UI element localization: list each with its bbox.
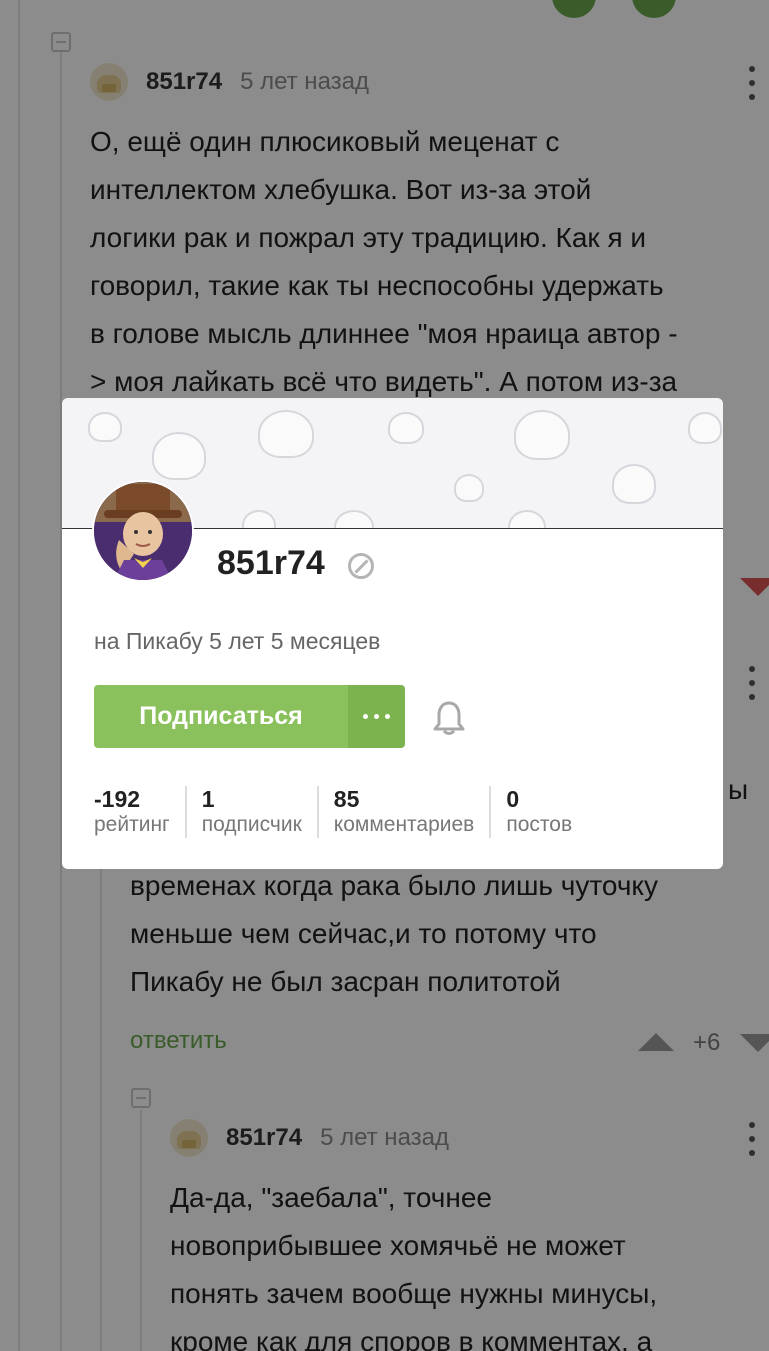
- stat-label: подписчик: [201, 813, 302, 836]
- stat-value: 85: [333, 786, 360, 812]
- stat-posts[interactable]: 0 постов: [489, 786, 587, 838]
- cover-pattern: [612, 464, 656, 504]
- cover-pattern: [688, 412, 722, 444]
- stat-label: комментариев: [333, 813, 475, 836]
- page: 851r74 5 лет назад О, ещё один плюсиковы…: [0, 0, 769, 1351]
- stat-value: -192: [94, 786, 141, 812]
- stat-value: 0: [506, 786, 520, 812]
- cover-pattern: [454, 474, 484, 502]
- more-horizontal-icon[interactable]: [348, 685, 405, 748]
- stat-subscribers[interactable]: 1 подписчик: [184, 786, 317, 838]
- stat-rating[interactable]: -192 рейтинг: [94, 786, 185, 838]
- stat-label: рейтинг: [94, 813, 170, 836]
- avatar-image: [94, 482, 192, 580]
- profile-card: 851r74 на Пикабу 5 лет 5 месяцев Подписа…: [62, 398, 723, 869]
- cover-pattern: [388, 412, 424, 444]
- stat-comments[interactable]: 85 комментариев: [316, 786, 490, 838]
- profile-username: 851r74: [217, 544, 325, 582]
- bell-icon[interactable]: [432, 700, 466, 736]
- cover-pattern: [334, 510, 374, 528]
- cover-pattern: [514, 410, 570, 460]
- profile-stats: -192 рейтинг 1 подписчик 85 комментариев…: [94, 786, 587, 838]
- cover-pattern: [242, 510, 276, 528]
- cover-pattern: [508, 510, 546, 528]
- stat-value: 1: [201, 786, 215, 812]
- stat-label: постов: [506, 813, 573, 836]
- ban-icon: [348, 553, 374, 579]
- profile-avatar[interactable]: [92, 480, 194, 582]
- cover-pattern: [88, 412, 122, 442]
- cover-pattern: [258, 410, 314, 458]
- cover-pattern: [152, 432, 206, 480]
- profile-since: на Пикабу 5 лет 5 месяцев: [94, 628, 381, 654]
- subscribe-button[interactable]: Подписаться: [94, 685, 348, 748]
